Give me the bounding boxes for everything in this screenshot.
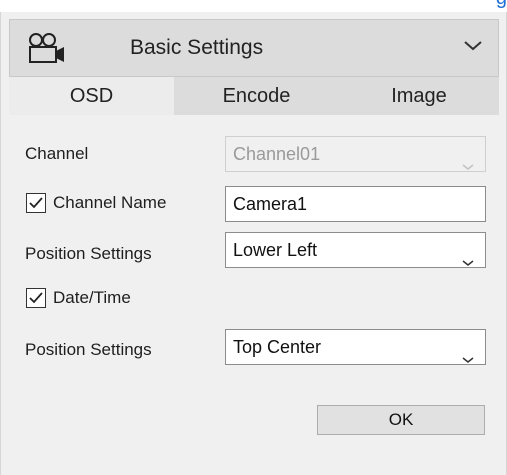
position-settings-label-2: Position Settings	[25, 340, 152, 359]
date-time-checkbox[interactable]	[26, 288, 46, 308]
channel-select: Channel01	[225, 136, 486, 172]
channel-name-value: Camera1	[233, 194, 308, 214]
channel-select-value: Channel01	[233, 144, 321, 164]
date-time-label: Date/Time	[53, 288, 131, 307]
chevron-down-icon	[461, 245, 475, 266]
chevron-down-icon	[461, 342, 475, 363]
settings-panel: Basic Settings OSD Encode Image Channel …	[0, 12, 507, 475]
panel-title: Basic Settings	[130, 36, 264, 59]
chevron-down-icon	[461, 149, 475, 170]
channel-name-label: Channel Name	[53, 193, 167, 212]
channel-name-input[interactable]: Camera1	[225, 186, 486, 222]
position-settings-value: Lower Left	[233, 240, 318, 260]
panel-header[interactable]: Basic Settings	[9, 19, 499, 77]
tab-image[interactable]: Image	[339, 77, 499, 115]
chevron-down-icon[interactable]	[462, 38, 484, 56]
camera-icon	[26, 32, 66, 66]
position-settings-select[interactable]: Lower Left	[225, 232, 486, 268]
tab-bar: OSD Encode Image	[9, 77, 499, 115]
channel-name-checkbox[interactable]	[26, 193, 46, 213]
position-settings-select-2[interactable]: Top Center	[225, 329, 486, 365]
position-settings-value-2: Top Center	[233, 337, 322, 357]
position-settings-label: Position Settings	[25, 244, 152, 263]
top-strip-text: g	[496, 0, 507, 8]
channel-label: Channel	[25, 144, 89, 163]
tab-encode[interactable]: Encode	[174, 77, 339, 115]
tab-osd[interactable]: OSD	[9, 77, 174, 115]
ok-button[interactable]: OK	[317, 405, 485, 435]
top-strip: g	[0, 0, 507, 12]
